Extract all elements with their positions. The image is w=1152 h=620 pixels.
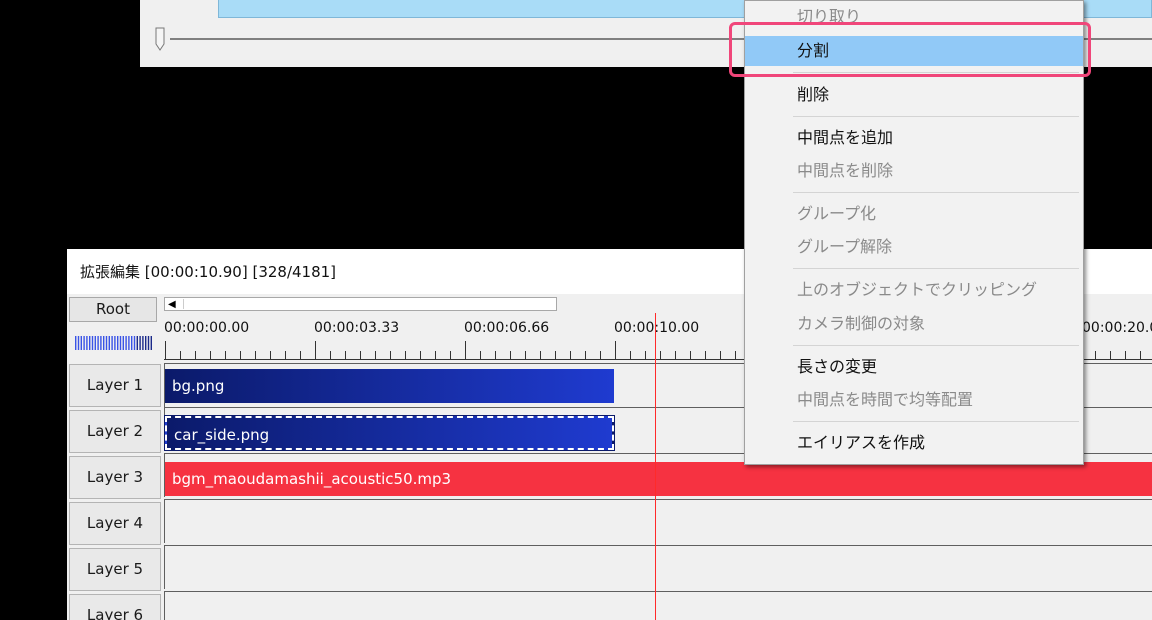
annotation-highlight-frame	[729, 22, 1091, 77]
clip-car-side-png[interactable]: car_side.png	[164, 415, 615, 451]
menu-separator	[793, 192, 1079, 193]
menu-item-group[interactable]: グループ化	[745, 199, 1083, 229]
menu-item-remove-midpoint[interactable]: 中間点を削除	[745, 156, 1083, 186]
layer-4-label[interactable]: Layer 4	[69, 502, 161, 545]
menu-item-create-alias[interactable]: エイリアスを作成	[745, 428, 1083, 458]
playhead-line[interactable]	[655, 313, 656, 620]
layer-2-label[interactable]: Layer 2	[69, 410, 161, 453]
menu-separator	[793, 421, 1079, 422]
timecode-label: 00:00:03.33	[314, 320, 400, 336]
timecode-label: 00:00:20.00	[1082, 320, 1152, 336]
layer-5-label[interactable]: Layer 5	[69, 548, 161, 591]
layer-4-track[interactable]	[164, 499, 1152, 543]
timecode-label: 00:00:10.00	[614, 320, 700, 336]
seek-bar-knob[interactable]	[154, 26, 166, 52]
layer-6-label[interactable]: Layer 6	[69, 594, 161, 620]
horizontal-scrollbar[interactable]: ◀	[164, 297, 557, 311]
menu-item-camera-control-target[interactable]: カメラ制御の対象	[745, 309, 1083, 339]
clip-bgm-mp3[interactable]: bgm_maoudamashii_acoustic50.mp3	[165, 462, 1152, 496]
clip-bg-png[interactable]: bg.png	[165, 369, 614, 403]
layer-1-label[interactable]: Layer 1	[69, 364, 161, 407]
layer-5-track[interactable]	[164, 545, 1152, 589]
menu-item-add-midpoint[interactable]: 中間点を追加	[745, 123, 1083, 153]
menu-item-change-length[interactable]: 長さの変更	[745, 352, 1083, 382]
menu-separator	[793, 345, 1079, 346]
scrollbar-thumb[interactable]	[183, 299, 554, 309]
layer-3-label[interactable]: Layer 3	[69, 456, 161, 499]
menu-item-clip-with-upper[interactable]: 上のオブジェクトでクリッピング	[745, 275, 1083, 305]
timecode-label: 00:00:06.66	[464, 320, 550, 336]
window-title: 拡張編集 [00:00:10.90] [328/4181]	[80, 263, 337, 281]
menu-item-delete[interactable]: 削除	[745, 80, 1083, 110]
audio-level-meter	[75, 335, 155, 351]
menu-item-ungroup[interactable]: グループ解除	[745, 232, 1083, 262]
root-button[interactable]: Root	[69, 297, 157, 322]
menu-separator	[793, 116, 1079, 117]
menu-item-distribute-midpoints[interactable]: 中間点を時間で均等配置	[745, 385, 1083, 415]
menu-separator	[793, 268, 1079, 269]
timecode-label: 00:00:00.00	[164, 320, 250, 336]
scroll-left-arrow-icon[interactable]: ◀	[168, 299, 176, 311]
layer-6-track[interactable]	[164, 591, 1152, 620]
